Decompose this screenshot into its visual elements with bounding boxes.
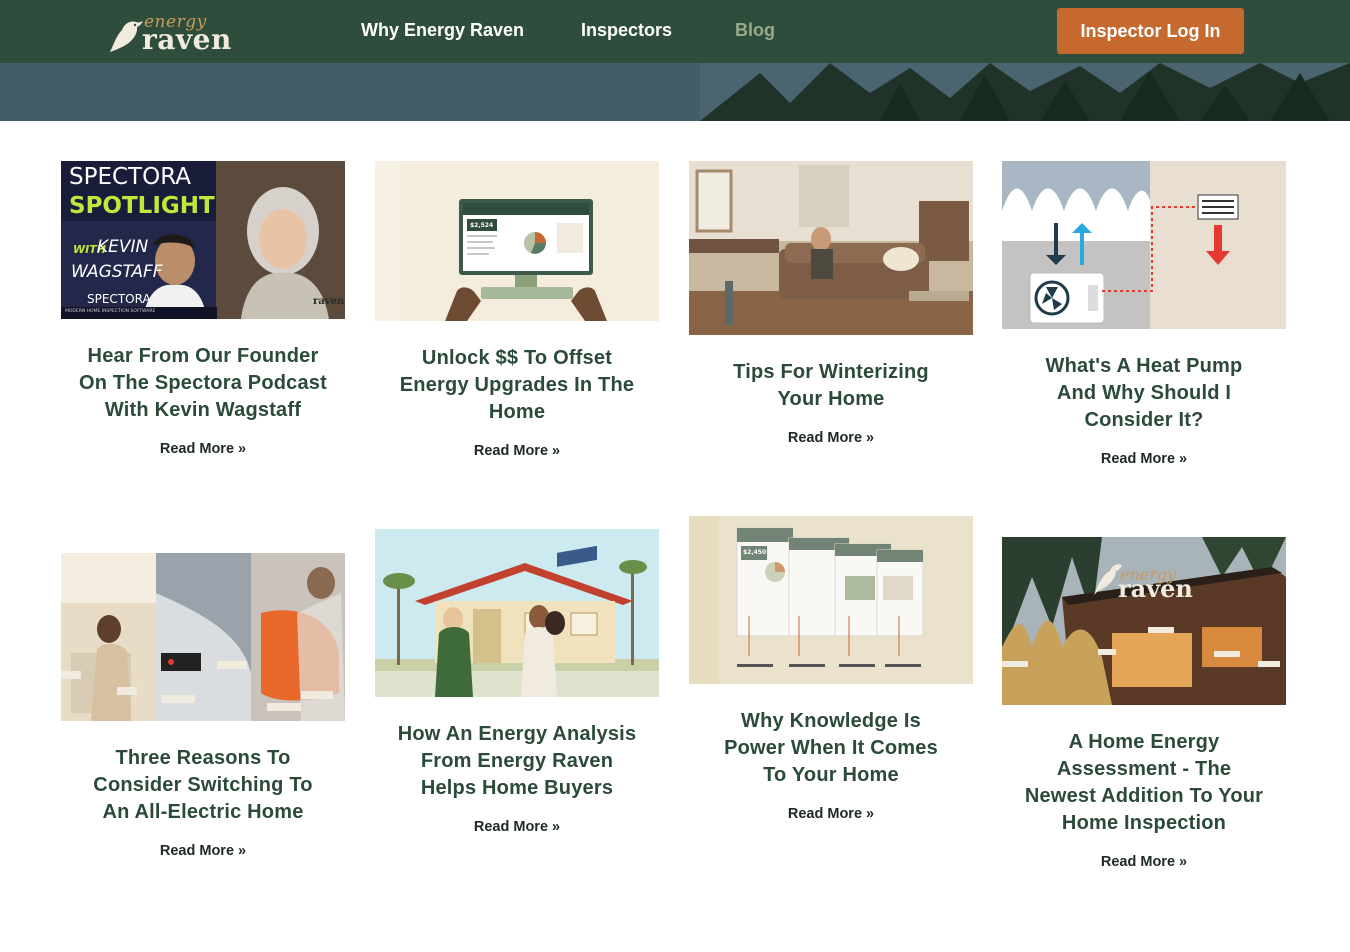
inspector-login-button[interactable]: Inspector Log In	[1057, 8, 1244, 54]
thumb-guest-first-name: KEVIN	[97, 237, 149, 257]
blog-card: Tips For Winterizing Your Home Read More…	[689, 161, 973, 447]
post-title[interactable]: Tips For Winterizing Your Home	[716, 359, 946, 413]
thumb-spectora-title: SPECTORA	[69, 164, 191, 190]
read-more-link[interactable]: Read More »	[474, 443, 560, 459]
blog-card: $2,450 Why Knowledge Is Power When It Co…	[689, 516, 973, 823]
nav-link-inspectors[interactable]: Inspectors	[581, 20, 672, 41]
nav-link-why-energy-raven[interactable]: Why Energy Raven	[361, 20, 524, 41]
post-thumbnail[interactable]: SPECTORA SPOTLIGHT WITH KEVIN WAGSTAFF S…	[61, 161, 345, 319]
thumb-logo-raven: raven	[1118, 574, 1193, 603]
post-thumbnail[interactable]	[689, 161, 973, 335]
thumb-raven-corner: raven	[313, 296, 345, 307]
post-title[interactable]: A Home Energy Assessment - The Newest Ad…	[1024, 729, 1264, 837]
blog-card: How An Energy Analysis From Energy Raven…	[375, 529, 659, 836]
thumb-spotlight-title: SPOTLIGHT	[69, 193, 215, 219]
blog-card: Three Reasons To Consider Switching To A…	[61, 553, 345, 860]
thumb-spectora-tagline: MODERN HOME INSPECTION SOFTWARE	[65, 309, 156, 314]
read-more-link[interactable]: Read More »	[160, 441, 246, 457]
post-thumbnail[interactable]	[375, 529, 659, 697]
blog-card: energy raven A Home Energy Assessment - …	[1002, 537, 1286, 871]
site-header: energy raven Why Energy Raven Inspectors…	[0, 0, 1350, 63]
logo-word-raven: raven	[142, 23, 232, 56]
blog-card: SPECTORA SPOTLIGHT WITH KEVIN WAGSTAFF S…	[61, 161, 345, 458]
post-title[interactable]: Three Reasons To Consider Switching To A…	[83, 745, 323, 826]
post-thumbnail[interactable]	[61, 553, 345, 721]
post-title[interactable]: How An Energy Analysis From Energy Raven…	[397, 721, 637, 802]
post-thumbnail[interactable]: energy raven	[1002, 537, 1286, 705]
read-more-link[interactable]: Read More »	[1101, 854, 1187, 870]
read-more-link[interactable]: Read More »	[788, 806, 874, 822]
read-more-link[interactable]: Read More »	[474, 819, 560, 835]
post-thumbnail[interactable]: $2,524	[375, 161, 659, 321]
blog-card: What's A Heat Pump And Why Should I Cons…	[1002, 161, 1286, 468]
post-title[interactable]: Unlock $$ To Offset Energy Upgrades In T…	[392, 345, 642, 426]
read-more-link[interactable]: Read More »	[788, 430, 874, 446]
raven-logo-icon	[110, 21, 143, 52]
thumb-dashboard-amount: $2,524	[470, 222, 494, 229]
thumb-guest-last-name: WAGSTAFF	[71, 262, 163, 282]
post-title[interactable]: Why Knowledge Is Power When It Comes To …	[711, 708, 951, 789]
post-thumbnail[interactable]	[1002, 161, 1286, 329]
thumb-report-amount: $2,450	[743, 549, 767, 556]
post-thumbnail[interactable]: $2,450	[689, 516, 973, 684]
energy-raven-logo[interactable]: energy raven	[108, 12, 240, 56]
post-title[interactable]: What's A Heat Pump And Why Should I Cons…	[1034, 353, 1254, 434]
nav-link-blog[interactable]: Blog	[735, 20, 775, 41]
read-more-link[interactable]: Read More »	[1101, 451, 1187, 467]
thumb-spectora-brand: SPECTORA	[87, 292, 151, 306]
post-title[interactable]: Hear From Our Founder On The Spectora Po…	[78, 343, 328, 424]
blog-card: $2,524 Unlock $$ To Offset Energy Upgrad…	[375, 161, 659, 460]
read-more-link[interactable]: Read More »	[160, 843, 246, 859]
hero-banner-image	[0, 63, 1350, 121]
